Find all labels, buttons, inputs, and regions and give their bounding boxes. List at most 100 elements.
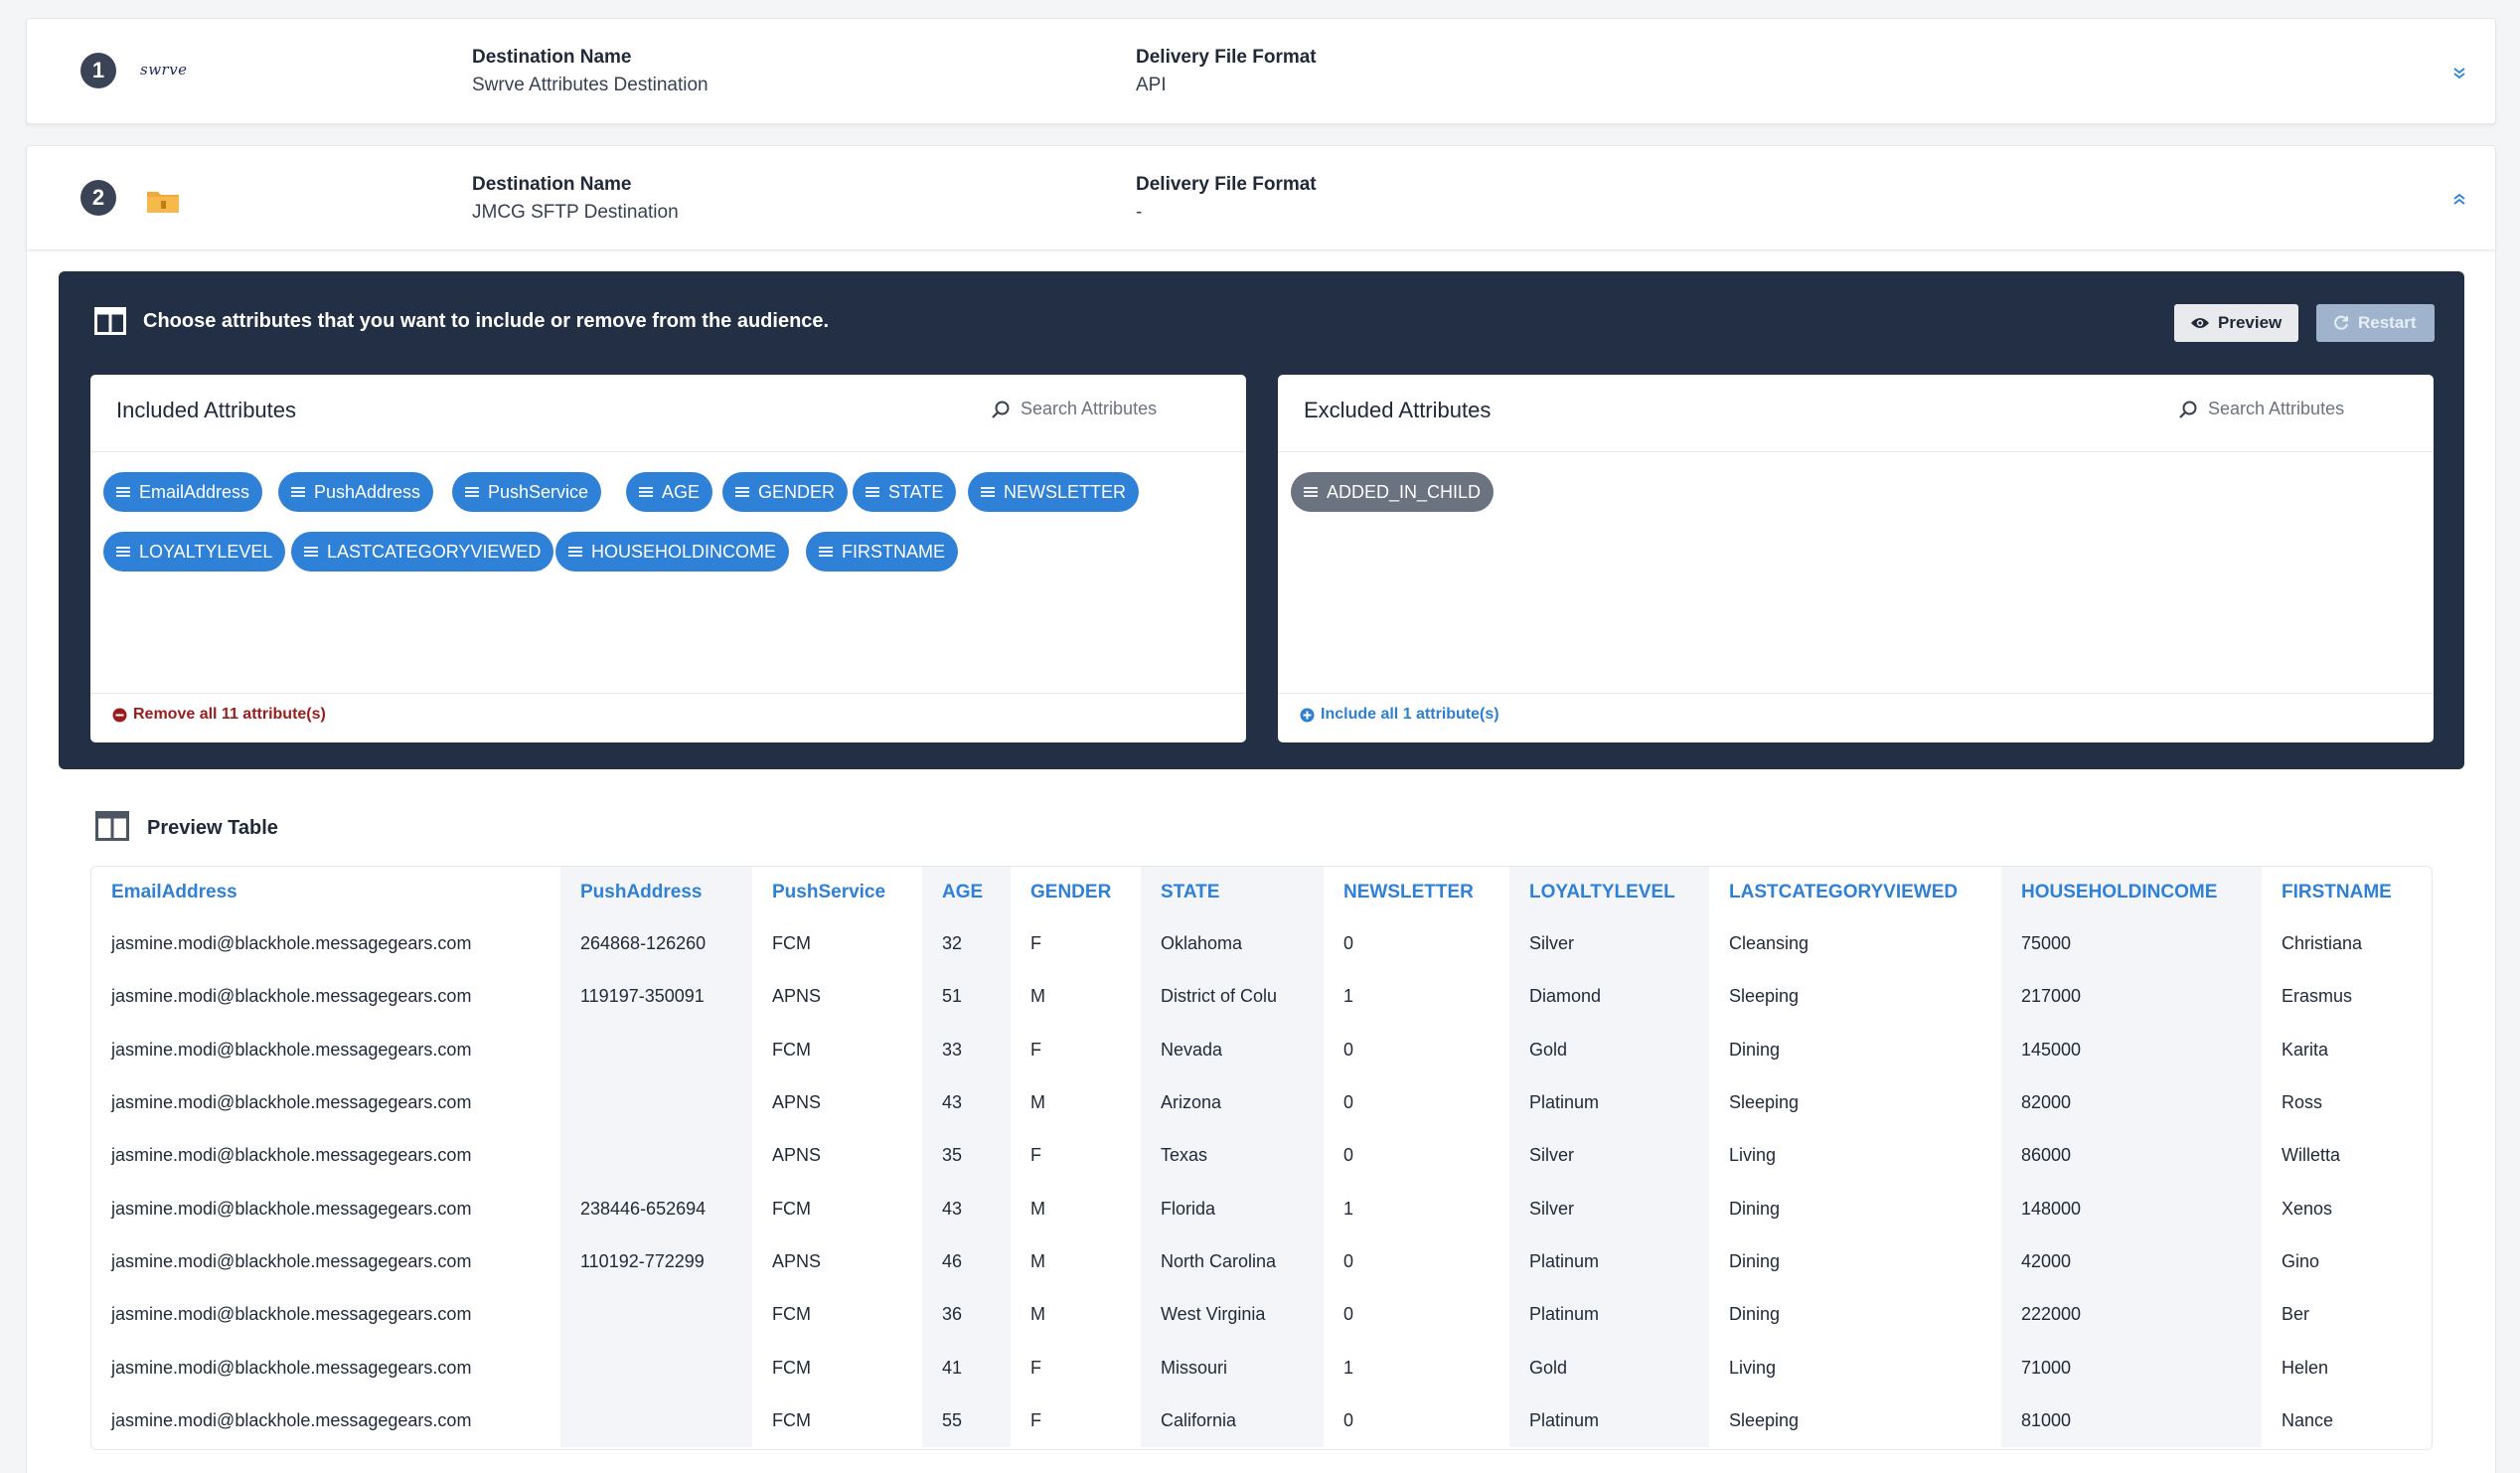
table-cell: jasmine.modi@blackhole.messagegears.com — [111, 1092, 472, 1113]
table-cell: 222000 — [2001, 1288, 2262, 1342]
attribute-chip[interactable]: EmailAddress — [103, 472, 263, 512]
column-header[interactable]: NEWSLETTER — [1324, 867, 1509, 917]
attribute-chip[interactable]: AGE — [626, 472, 713, 512]
attribute-chip[interactable]: STATE — [853, 472, 957, 512]
included-search[interactable]: Search Attributes — [991, 399, 1157, 419]
table-cell: Gold — [1509, 1023, 1709, 1076]
preview-button[interactable]: Preview — [2174, 304, 2298, 342]
table-cell — [560, 1075, 752, 1130]
table-cell: 41 — [922, 1341, 1011, 1394]
column-header[interactable]: AGE — [922, 867, 1011, 917]
preview-table: EmailAddress PushAddress PushService AGE… — [90, 866, 2433, 1450]
drag-handle-icon — [465, 487, 479, 497]
attribute-chip[interactable]: HOUSEHOLDINCOME — [555, 532, 790, 572]
include-all-link[interactable]: Include all 1 attribute(s) — [1300, 706, 1499, 724]
table-cell: FCM — [772, 1039, 811, 1060]
table-cell: Sleeping — [1729, 1092, 1800, 1113]
column-header[interactable]: GENDER — [1011, 867, 1141, 917]
column-header[interactable]: LOYALTYLEVEL — [1509, 867, 1709, 917]
table-cell: Gold — [1509, 1341, 1709, 1394]
chevron-down-icon[interactable] — [2449, 63, 2469, 82]
destination-name-label: Destination Name — [472, 47, 632, 68]
table-cell: FCM — [772, 1357, 811, 1378]
table-cell — [560, 1393, 752, 1447]
table-cell: M — [1030, 986, 1045, 1007]
table-cell: FCM — [772, 1409, 811, 1430]
table-cell: Diamond — [1509, 970, 1709, 1024]
table-cell: Erasmus — [2282, 986, 2353, 1007]
table-cell: jasmine.modi@blackhole.messagegears.com — [111, 1198, 472, 1219]
table-cell: F — [1030, 933, 1041, 954]
panel-title: Choose attributes that you want to inclu… — [143, 310, 830, 332]
attribute-chip[interactable]: LOYALTYLEVEL — [103, 532, 286, 572]
table-cell: Living — [1729, 1145, 1777, 1166]
table-cell: Nance — [2282, 1409, 2334, 1430]
column-header[interactable]: PushService — [752, 867, 922, 917]
table-row: jasmine.modi@blackhole.messagegears.com 1… — [91, 1234, 2432, 1289]
search-icon — [992, 401, 1010, 418]
table-cell: Dining — [1729, 1250, 1781, 1271]
table-cell: 43 — [922, 1075, 1011, 1130]
chevron-up-icon[interactable] — [2449, 190, 2469, 210]
divider — [90, 693, 1246, 694]
table-cell: Gino — [2282, 1250, 2320, 1271]
table-cell: jasmine.modi@blackhole.messagegears.com — [111, 1145, 472, 1166]
column-header[interactable]: PushAddress — [560, 867, 752, 917]
table-cell: 1 — [1343, 986, 1354, 1007]
attribute-chip[interactable]: PushService — [452, 472, 602, 512]
drag-handle-icon — [819, 547, 833, 557]
preview-button-label: Preview — [2218, 313, 2283, 332]
table-row: jasmine.modi@blackhole.messagegears.com 2… — [91, 917, 2432, 971]
attribute-chooser-panel: Choose attributes that you want to inclu… — [59, 271, 2464, 769]
attribute-chip[interactable]: ADDED_IN_CHILD — [1291, 472, 1495, 512]
table-row: jasmine.modi@blackhole.messagegears.com A… — [91, 1075, 2432, 1130]
remove-all-link[interactable]: Remove all 11 attribute(s) — [112, 706, 326, 724]
destination-card-1[interactable]: 1 swrve Destination Name Swrve Attribute… — [26, 18, 2496, 124]
column-header[interactable]: HOUSEHOLDINCOME — [2001, 867, 2262, 917]
table-cell: Christiana — [2282, 933, 2363, 954]
destination-card-2[interactable]: 2 Destination Name JMCG SFTP Destination… — [26, 145, 2496, 249]
table-cell: Cleansing — [1729, 933, 1810, 954]
excluded-attributes-box: Excluded Attributes Search Attributes AD… — [1278, 375, 2434, 742]
delivery-format-value: - — [1136, 202, 1143, 223]
column-header[interactable]: LASTCATEGORYVIEWED — [1709, 867, 2001, 917]
table-cell: jasmine.modi@blackhole.messagegears.com — [111, 1304, 472, 1325]
table-cell: Oklahoma — [1141, 917, 1324, 971]
attribute-chip[interactable]: FIRSTNAME — [806, 532, 959, 572]
table-cell — [560, 1129, 752, 1183]
drag-handle-icon — [735, 487, 749, 497]
delivery-format-label: Delivery File Format — [1136, 174, 1317, 195]
attribute-chip[interactable]: GENDER — [722, 472, 849, 512]
sftp-folder-icon — [147, 192, 179, 213]
table-cell: Platinum — [1509, 1288, 1709, 1342]
table-cell: 145000 — [2001, 1023, 2262, 1076]
divider — [1278, 693, 2434, 694]
attribute-chip[interactable]: NEWSLETTER — [968, 472, 1140, 512]
search-input[interactable]: Search Attributes — [1021, 399, 1157, 419]
column-header[interactable]: STATE — [1141, 867, 1324, 917]
attribute-chip[interactable]: LASTCATEGORYVIEWED — [291, 532, 554, 572]
attribute-chip[interactable]: PushAddress — [278, 472, 434, 512]
table-cell: jasmine.modi@blackhole.messagegears.com — [111, 933, 472, 954]
table-cell: Ross — [2282, 1092, 2323, 1113]
search-input[interactable]: Search Attributes — [2208, 399, 2344, 419]
search-icon — [2179, 401, 2197, 418]
step-number: 1 — [80, 53, 116, 88]
table-row: jasmine.modi@blackhole.messagegears.com A… — [91, 1129, 2432, 1183]
column-header[interactable]: EmailAddress — [91, 867, 560, 917]
table-cell: District of Colu — [1141, 970, 1324, 1024]
restart-button[interactable]: Restart — [2316, 304, 2435, 342]
table-cell: 55 — [922, 1393, 1011, 1447]
drag-handle-icon — [981, 487, 995, 497]
table-cell: 35 — [922, 1129, 1011, 1183]
divider — [1278, 451, 2434, 452]
column-header[interactable]: FIRSTNAME — [2262, 867, 2432, 917]
table-cell: 82000 — [2001, 1075, 2262, 1130]
excluded-search[interactable]: Search Attributes — [2178, 399, 2344, 419]
table-cell: jasmine.modi@blackhole.messagegears.com — [111, 1409, 472, 1430]
table-cell: Helen — [2282, 1357, 2329, 1378]
table-cell: M — [1030, 1250, 1045, 1271]
table-cell: 0 — [1343, 1409, 1354, 1430]
table-cell: 238446-652694 — [560, 1182, 752, 1235]
table-cell: Platinum — [1509, 1075, 1709, 1130]
